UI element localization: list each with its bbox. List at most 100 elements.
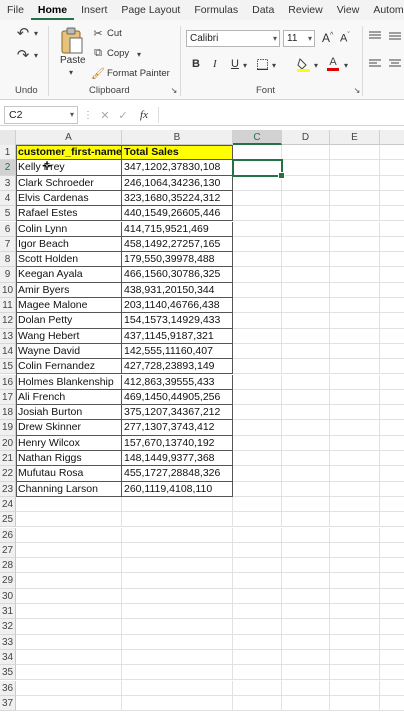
cell-c2[interactable] xyxy=(233,160,282,176)
cell-f29[interactable] xyxy=(380,573,404,589)
cell-a8[interactable]: Scott Holden xyxy=(16,252,122,268)
row-header[interactable]: 22 xyxy=(0,466,16,482)
cell-c27[interactable] xyxy=(233,542,282,559)
row-header[interactable]: 17 xyxy=(0,389,16,406)
row-header[interactable]: 18 xyxy=(0,405,16,421)
row-header[interactable]: 35 xyxy=(0,665,16,681)
cell-e9[interactable] xyxy=(330,267,380,283)
underline-button[interactable]: U xyxy=(231,58,239,70)
select-all-corner[interactable] xyxy=(0,130,16,145)
cell-d1[interactable] xyxy=(282,145,330,161)
cell-e7[interactable] xyxy=(330,236,380,253)
paste-icon[interactable] xyxy=(58,26,86,56)
tab-autom[interactable]: Autom xyxy=(366,0,404,20)
cell-f15[interactable] xyxy=(380,359,404,375)
cell-b10[interactable]: 438,931,20150,344 xyxy=(122,282,233,298)
cell-b29[interactable] xyxy=(122,573,233,589)
cell-c24[interactable] xyxy=(233,496,282,513)
spreadsheet-grid[interactable]: ABCDE 1 customer_first-name Total Sales 2 Ke… xyxy=(0,130,404,720)
row-header[interactable]: 14 xyxy=(0,343,16,360)
column-header-c[interactable]: C xyxy=(233,130,282,145)
cell-e36[interactable] xyxy=(330,680,380,696)
cell-b7[interactable]: 458,1492,27257,165 xyxy=(122,236,233,253)
cell-f12[interactable] xyxy=(380,313,404,329)
cell-a37[interactable] xyxy=(16,695,122,712)
cell-c16[interactable] xyxy=(233,374,282,390)
row-header[interactable]: 8 xyxy=(0,252,16,268)
tab-page-layout[interactable]: Page Layout xyxy=(114,0,187,20)
cell-b12[interactable]: 154,1573,14929,433 xyxy=(122,313,233,329)
undo-dropdown-icon[interactable]: ▾ xyxy=(32,26,40,40)
cell-c32[interactable] xyxy=(233,619,282,635)
cell-e11[interactable] xyxy=(330,298,380,314)
cell-a29[interactable] xyxy=(16,573,122,589)
cell-a23[interactable]: Channing Larson xyxy=(16,481,122,497)
row-header[interactable]: 3 xyxy=(0,175,16,191)
cell-b26[interactable] xyxy=(122,527,233,543)
align-middle-icon[interactable] xyxy=(388,30,402,42)
cell-a10[interactable]: Amir Byers xyxy=(16,282,122,298)
row-header[interactable]: 26 xyxy=(0,527,16,543)
cell-c15[interactable] xyxy=(233,359,282,375)
font-size-select[interactable]: 11 ▾ xyxy=(283,30,315,47)
cell-a16[interactable]: Holmes Blankenship xyxy=(16,374,122,390)
cell-f7[interactable] xyxy=(380,237,404,253)
cell-b11[interactable]: 203,1140,46766,438 xyxy=(122,298,233,314)
cell-b36[interactable] xyxy=(122,680,233,696)
cell-d5[interactable] xyxy=(282,206,330,222)
align-left-icon[interactable] xyxy=(368,58,382,70)
tab-home[interactable]: Home xyxy=(30,0,75,20)
row-header[interactable]: 6 xyxy=(0,221,16,237)
cell-a34[interactable] xyxy=(16,649,122,666)
cell-f2[interactable] xyxy=(380,160,404,176)
cell-c19[interactable] xyxy=(233,420,282,436)
cell-d29[interactable] xyxy=(282,573,330,589)
cell-e31[interactable] xyxy=(330,604,380,620)
row-header[interactable]: 16 xyxy=(0,374,16,390)
cell-d3[interactable] xyxy=(282,175,330,191)
cut-icon[interactable]: ✂ xyxy=(92,27,104,40)
underline-dropdown-icon[interactable]: ▾ xyxy=(241,60,249,70)
cell-d28[interactable] xyxy=(282,558,330,574)
insert-function-icon[interactable]: fx xyxy=(137,107,151,123)
cell-a13[interactable]: Wang Hebert xyxy=(16,328,122,344)
cell-d27[interactable] xyxy=(282,542,330,559)
cell-d18[interactable] xyxy=(282,405,330,421)
cell-d4[interactable] xyxy=(282,190,330,207)
cell-b27[interactable] xyxy=(122,542,233,559)
cell-f33[interactable] xyxy=(380,635,404,650)
cell-d15[interactable] xyxy=(282,359,330,375)
cell-a7[interactable]: Igor Beach xyxy=(16,236,122,253)
cell-c30[interactable] xyxy=(233,588,282,604)
copy-dropdown-icon[interactable]: ▾ xyxy=(135,48,143,60)
cell-f8[interactable] xyxy=(380,252,404,268)
redo-dropdown-icon[interactable]: ▾ xyxy=(32,48,40,62)
row-header[interactable]: 27 xyxy=(0,542,16,559)
cell-c7[interactable] xyxy=(233,236,282,253)
cell-f10[interactable] xyxy=(380,283,404,298)
cell-b19[interactable]: 277,1307,3743,412 xyxy=(122,420,233,436)
cell-f20[interactable] xyxy=(380,436,404,451)
cell-b4[interactable]: 323,1680,35224,312 xyxy=(122,190,233,207)
cell-d17[interactable] xyxy=(282,389,330,406)
row-header[interactable]: 24 xyxy=(0,496,16,513)
cell-e23[interactable] xyxy=(330,481,380,497)
cell-c5[interactable] xyxy=(233,206,282,222)
undo-icon[interactable]: ↶ xyxy=(12,24,34,42)
cell-a22[interactable]: Mufutau Rosa xyxy=(16,466,122,482)
cell-c12[interactable] xyxy=(233,313,282,329)
cell-e14[interactable] xyxy=(330,343,380,360)
cell-b17[interactable]: 469,1450,44905,256 xyxy=(122,389,233,406)
cell-d32[interactable] xyxy=(282,619,330,635)
tab-data[interactable]: Data xyxy=(245,0,281,20)
cell-f16[interactable] xyxy=(380,375,404,390)
cell-f21[interactable] xyxy=(380,451,404,467)
cell-f30[interactable] xyxy=(380,589,404,604)
cell-e32[interactable] xyxy=(330,619,380,635)
cell-b37[interactable] xyxy=(122,695,233,712)
cell-b34[interactable] xyxy=(122,649,233,666)
cell-e21[interactable] xyxy=(330,451,380,467)
cell-e12[interactable] xyxy=(330,313,380,329)
more-options-icon[interactable]: ⋮ xyxy=(83,108,93,122)
cell-f34[interactable] xyxy=(380,650,404,666)
